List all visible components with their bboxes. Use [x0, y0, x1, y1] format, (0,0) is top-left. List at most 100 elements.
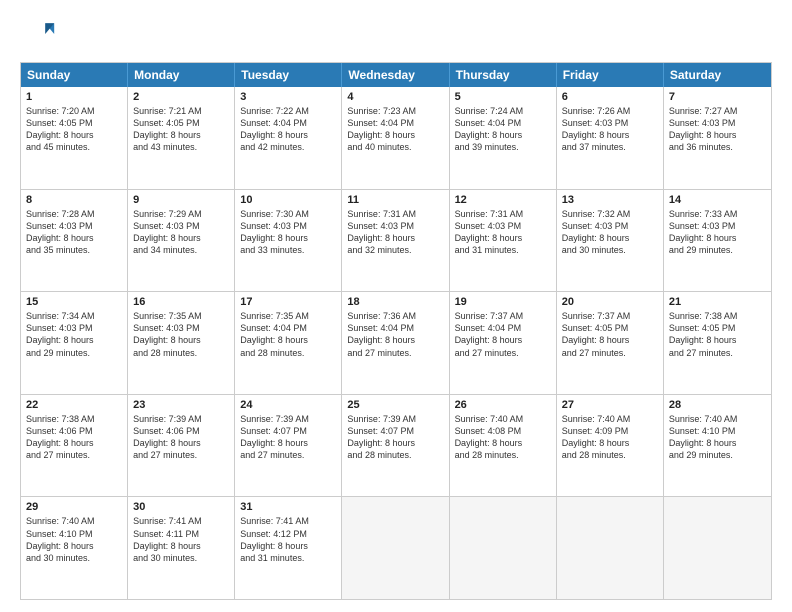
day-number: 3 [240, 91, 336, 103]
cell-details: Sunrise: 7:39 AMSunset: 4:07 PMDaylight:… [240, 413, 336, 462]
table-row: 25 Sunrise: 7:39 AMSunset: 4:07 PMDayligh… [342, 395, 449, 497]
calendar-row-2: 8 Sunrise: 7:28 AMSunset: 4:03 PMDaylight… [21, 189, 771, 292]
table-row: 12Sunrise: 7:31 AMSunset: 4:03 PMDayligh… [450, 190, 557, 292]
cell-details: Sunrise: 7:33 AMSunset: 4:03 PMDaylight:… [669, 208, 766, 257]
weekday-header-thursday: Thursday [450, 63, 557, 87]
day-number: 17 [240, 296, 336, 308]
day-number: 7 [669, 91, 766, 103]
cell-details: Sunrise: 7:41 AMSunset: 4:11 PMDaylight:… [133, 515, 229, 564]
cell-details: Sunrise: 7:21 AMSunset: 4:05 PMDaylight:… [133, 105, 229, 154]
table-row: 2 Sunrise: 7:21 AMSunset: 4:05 PMDaylight… [128, 87, 235, 189]
logo [20, 16, 60, 52]
table-row: 31Sunrise: 7:41 AMSunset: 4:12 PMDayligh… [235, 497, 342, 599]
day-number: 9 [133, 194, 229, 206]
day-number: 23 [133, 399, 229, 411]
day-number: 29 [26, 501, 122, 513]
table-row: 6 Sunrise: 7:26 AMSunset: 4:03 PMDaylight… [557, 87, 664, 189]
cell-details: Sunrise: 7:40 AMSunset: 4:10 PMDaylight:… [26, 515, 122, 564]
table-row: 26Sunrise: 7:40 AMSunset: 4:08 PMDayligh… [450, 395, 557, 497]
table-row: 21 Sunrise: 7:38 AMSunset: 4:05 PMDayligh… [664, 292, 771, 394]
day-number: 25 [347, 399, 443, 411]
table-row: 5 Sunrise: 7:24 AMSunset: 4:04 PMDaylight… [450, 87, 557, 189]
day-number: 26 [455, 399, 551, 411]
table-row: 3 Sunrise: 7:22 AMSunset: 4:04 PMDaylight… [235, 87, 342, 189]
weekday-header-monday: Monday [128, 63, 235, 87]
day-number: 11 [347, 194, 443, 206]
day-number: 21 [669, 296, 766, 308]
day-number: 12 [455, 194, 551, 206]
table-row: 4 Sunrise: 7:23 AMSunset: 4:04 PMDaylight… [342, 87, 449, 189]
cell-details: Sunrise: 7:26 AMSunset: 4:03 PMDaylight:… [562, 105, 658, 154]
day-number: 2 [133, 91, 229, 103]
cell-details: Sunrise: 7:24 AMSunset: 4:04 PMDaylight:… [455, 105, 551, 154]
cell-details: Sunrise: 7:31 AMSunset: 4:03 PMDaylight:… [347, 208, 443, 257]
cell-details: Sunrise: 7:20 AMSunset: 4:05 PMDaylight:… [26, 105, 122, 154]
cell-details: Sunrise: 7:37 AMSunset: 4:04 PMDaylight:… [455, 310, 551, 359]
weekday-header-wednesday: Wednesday [342, 63, 449, 87]
cell-details: Sunrise: 7:23 AMSunset: 4:04 PMDaylight:… [347, 105, 443, 154]
weekday-header-friday: Friday [557, 63, 664, 87]
table-row: 8 Sunrise: 7:28 AMSunset: 4:03 PMDaylight… [21, 190, 128, 292]
cell-details: Sunrise: 7:40 AMSunset: 4:10 PMDaylight:… [669, 413, 766, 462]
table-row: 16 Sunrise: 7:35 AMSunset: 4:03 PMDayligh… [128, 292, 235, 394]
day-number: 30 [133, 501, 229, 513]
table-row: 27 Sunrise: 7:40 AMSunset: 4:09 PMDayligh… [557, 395, 664, 497]
cell-details: Sunrise: 7:35 AMSunset: 4:04 PMDaylight:… [240, 310, 336, 359]
cell-details: Sunrise: 7:36 AMSunset: 4:04 PMDaylight:… [347, 310, 443, 359]
day-number: 14 [669, 194, 766, 206]
day-number: 18 [347, 296, 443, 308]
day-number: 20 [562, 296, 658, 308]
cell-details: Sunrise: 7:34 AMSunset: 4:03 PMDaylight:… [26, 310, 122, 359]
table-row: 30 Sunrise: 7:41 AMSunset: 4:11 PMDayligh… [128, 497, 235, 599]
table-row: 10Sunrise: 7:30 AMSunset: 4:03 PMDayligh… [235, 190, 342, 292]
day-number: 27 [562, 399, 658, 411]
table-row [450, 497, 557, 599]
table-row: 23 Sunrise: 7:39 AMSunset: 4:06 PMDayligh… [128, 395, 235, 497]
table-row: 22 Sunrise: 7:38 AMSunset: 4:06 PMDayligh… [21, 395, 128, 497]
day-number: 24 [240, 399, 336, 411]
day-number: 16 [133, 296, 229, 308]
cell-details: Sunrise: 7:27 AMSunset: 4:03 PMDaylight:… [669, 105, 766, 154]
cell-details: Sunrise: 7:29 AMSunset: 4:03 PMDaylight:… [133, 208, 229, 257]
table-row [557, 497, 664, 599]
table-row: 28Sunrise: 7:40 AMSunset: 4:10 PMDayligh… [664, 395, 771, 497]
table-row: 18 Sunrise: 7:36 AMSunset: 4:04 PMDayligh… [342, 292, 449, 394]
table-row: 20Sunrise: 7:37 AMSunset: 4:05 PMDayligh… [557, 292, 664, 394]
cell-details: Sunrise: 7:30 AMSunset: 4:03 PMDaylight:… [240, 208, 336, 257]
cell-details: Sunrise: 7:40 AMSunset: 4:09 PMDaylight:… [562, 413, 658, 462]
table-row [664, 497, 771, 599]
weekday-header-saturday: Saturday [664, 63, 771, 87]
calendar: SundayMondayTuesdayWednesdayThursdayFrid… [20, 62, 772, 600]
day-number: 22 [26, 399, 122, 411]
table-row: 17 Sunrise: 7:35 AMSunset: 4:04 PMDayligh… [235, 292, 342, 394]
calendar-row-1: 1 Sunrise: 7:20 AMSunset: 4:05 PMDaylight… [21, 87, 771, 189]
day-number: 1 [26, 91, 122, 103]
table-row: 7 Sunrise: 7:27 AMSunset: 4:03 PMDaylight… [664, 87, 771, 189]
calendar-header: SundayMondayTuesdayWednesdayThursdayFrid… [21, 63, 771, 87]
cell-details: Sunrise: 7:39 AMSunset: 4:06 PMDaylight:… [133, 413, 229, 462]
day-number: 8 [26, 194, 122, 206]
day-number: 6 [562, 91, 658, 103]
calendar-row-5: 29 Sunrise: 7:40 AMSunset: 4:10 PMDayligh… [21, 496, 771, 599]
cell-details: Sunrise: 7:39 AMSunset: 4:07 PMDaylight:… [347, 413, 443, 462]
cell-details: Sunrise: 7:38 AMSunset: 4:05 PMDaylight:… [669, 310, 766, 359]
table-row [342, 497, 449, 599]
day-number: 19 [455, 296, 551, 308]
day-number: 5 [455, 91, 551, 103]
cell-details: Sunrise: 7:28 AMSunset: 4:03 PMDaylight:… [26, 208, 122, 257]
cell-details: Sunrise: 7:22 AMSunset: 4:04 PMDaylight:… [240, 105, 336, 154]
page-header [20, 16, 772, 52]
table-row: 24 Sunrise: 7:39 AMSunset: 4:07 PMDayligh… [235, 395, 342, 497]
day-number: 4 [347, 91, 443, 103]
day-number: 13 [562, 194, 658, 206]
table-row: 19 Sunrise: 7:37 AMSunset: 4:04 PMDayligh… [450, 292, 557, 394]
cell-details: Sunrise: 7:38 AMSunset: 4:06 PMDaylight:… [26, 413, 122, 462]
table-row: 1 Sunrise: 7:20 AMSunset: 4:05 PMDaylight… [21, 87, 128, 189]
day-number: 31 [240, 501, 336, 513]
table-row: 13Sunrise: 7:32 AMSunset: 4:03 PMDayligh… [557, 190, 664, 292]
table-row: 9 Sunrise: 7:29 AMSunset: 4:03 PMDaylight… [128, 190, 235, 292]
calendar-row-4: 22 Sunrise: 7:38 AMSunset: 4:06 PMDayligh… [21, 394, 771, 497]
cell-details: Sunrise: 7:35 AMSunset: 4:03 PMDaylight:… [133, 310, 229, 359]
calendar-row-3: 15Sunrise: 7:34 AMSunset: 4:03 PMDayligh… [21, 291, 771, 394]
table-row: 14 Sunrise: 7:33 AMSunset: 4:03 PMDayligh… [664, 190, 771, 292]
